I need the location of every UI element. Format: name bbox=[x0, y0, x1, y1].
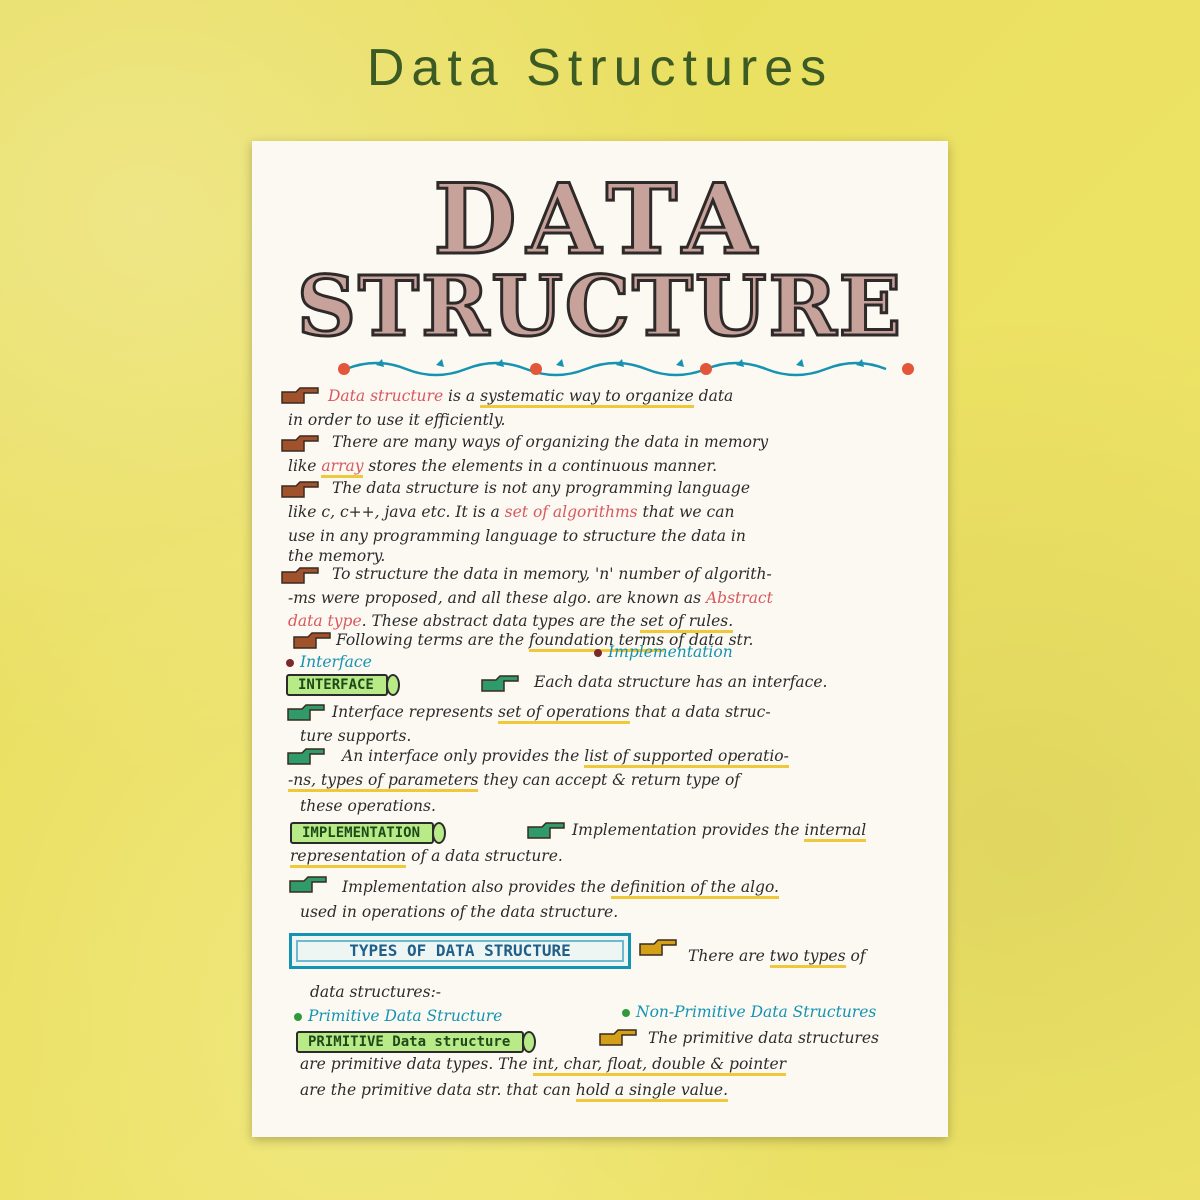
heading-structure: STRUCTURE bbox=[295, 258, 904, 357]
primitive-line: The primitive data structures bbox=[648, 1029, 879, 1047]
implementation-line: Implementation also provides the definit… bbox=[342, 876, 779, 899]
interface-line: Each data structure has an interface. bbox=[534, 673, 828, 691]
para-line: in order to use it efficiently. bbox=[288, 411, 506, 429]
implementation-line: representation of a data structure. bbox=[290, 845, 563, 868]
notes-sheet: DATA STRUCTURE Data structure is a syste… bbox=[252, 141, 948, 1137]
primitive-label: PRIMITIVE Data structure bbox=[296, 1031, 537, 1053]
para-line: like c, c++, java etc. It is a set of al… bbox=[288, 503, 735, 521]
bullet-implementation: Implementation bbox=[594, 641, 733, 663]
pointing-hand-icon bbox=[281, 567, 319, 584]
pointing-hand-icon bbox=[527, 822, 565, 839]
interface-line: An interface only provides the list of s… bbox=[342, 745, 789, 768]
interface-line: these operations. bbox=[300, 797, 436, 815]
types-label: TYPES OF DATA STRUCTURE bbox=[289, 933, 631, 969]
para-line: -ms were proposed, and all these algo. a… bbox=[288, 589, 773, 607]
bullet-primitive: Primitive Data Structure bbox=[294, 1005, 502, 1027]
page-title: Data Structures bbox=[366, 39, 834, 97]
interface-line: ture supports. bbox=[300, 727, 412, 745]
implementation-line: Implementation provides the internal bbox=[572, 819, 867, 842]
para-line: There are many ways of organizing the da… bbox=[332, 433, 769, 451]
para-line: Data structure is a systematic way to or… bbox=[328, 385, 733, 408]
implementation-line: used in operations of the data structure… bbox=[300, 903, 619, 921]
types-line: There are two types of bbox=[688, 945, 866, 968]
pointing-hand-icon bbox=[289, 876, 327, 893]
types-line: data structures:- bbox=[310, 983, 442, 1001]
vine-divider-icon bbox=[338, 359, 914, 377]
interface-label: INTERFACE bbox=[286, 674, 400, 696]
pointing-hand-icon bbox=[281, 481, 319, 498]
pointing-hand-icon bbox=[481, 675, 519, 692]
para-line: use in any programming language to struc… bbox=[288, 527, 746, 545]
para-line: To structure the data in memory, 'n' num… bbox=[332, 565, 772, 583]
pointing-hand-icon bbox=[287, 748, 325, 765]
interface-line: -ns, types of parameters they can accept… bbox=[288, 769, 740, 792]
primitive-line: are primitive data types. The int, char,… bbox=[300, 1053, 787, 1076]
implementation-label: IMPLEMENTATION bbox=[290, 822, 447, 844]
primitive-line: are the primitive data str. that can hol… bbox=[300, 1079, 729, 1102]
pointing-hand-icon bbox=[639, 939, 677, 956]
bullet-interface: Interface bbox=[286, 651, 372, 673]
para-line: like array stores the elements in a cont… bbox=[288, 455, 717, 478]
pointing-hand-icon bbox=[281, 435, 319, 452]
pointing-hand-icon bbox=[599, 1029, 637, 1046]
pointing-hand-icon bbox=[293, 632, 331, 649]
pointing-hand-icon bbox=[281, 387, 319, 404]
para-line: The data structure is not any programmin… bbox=[332, 479, 751, 497]
pointing-hand-icon bbox=[287, 704, 325, 721]
interface-line: Interface represents set of operations t… bbox=[332, 701, 771, 724]
bullet-non-primitive: Non-Primitive Data Structures bbox=[622, 1001, 876, 1023]
